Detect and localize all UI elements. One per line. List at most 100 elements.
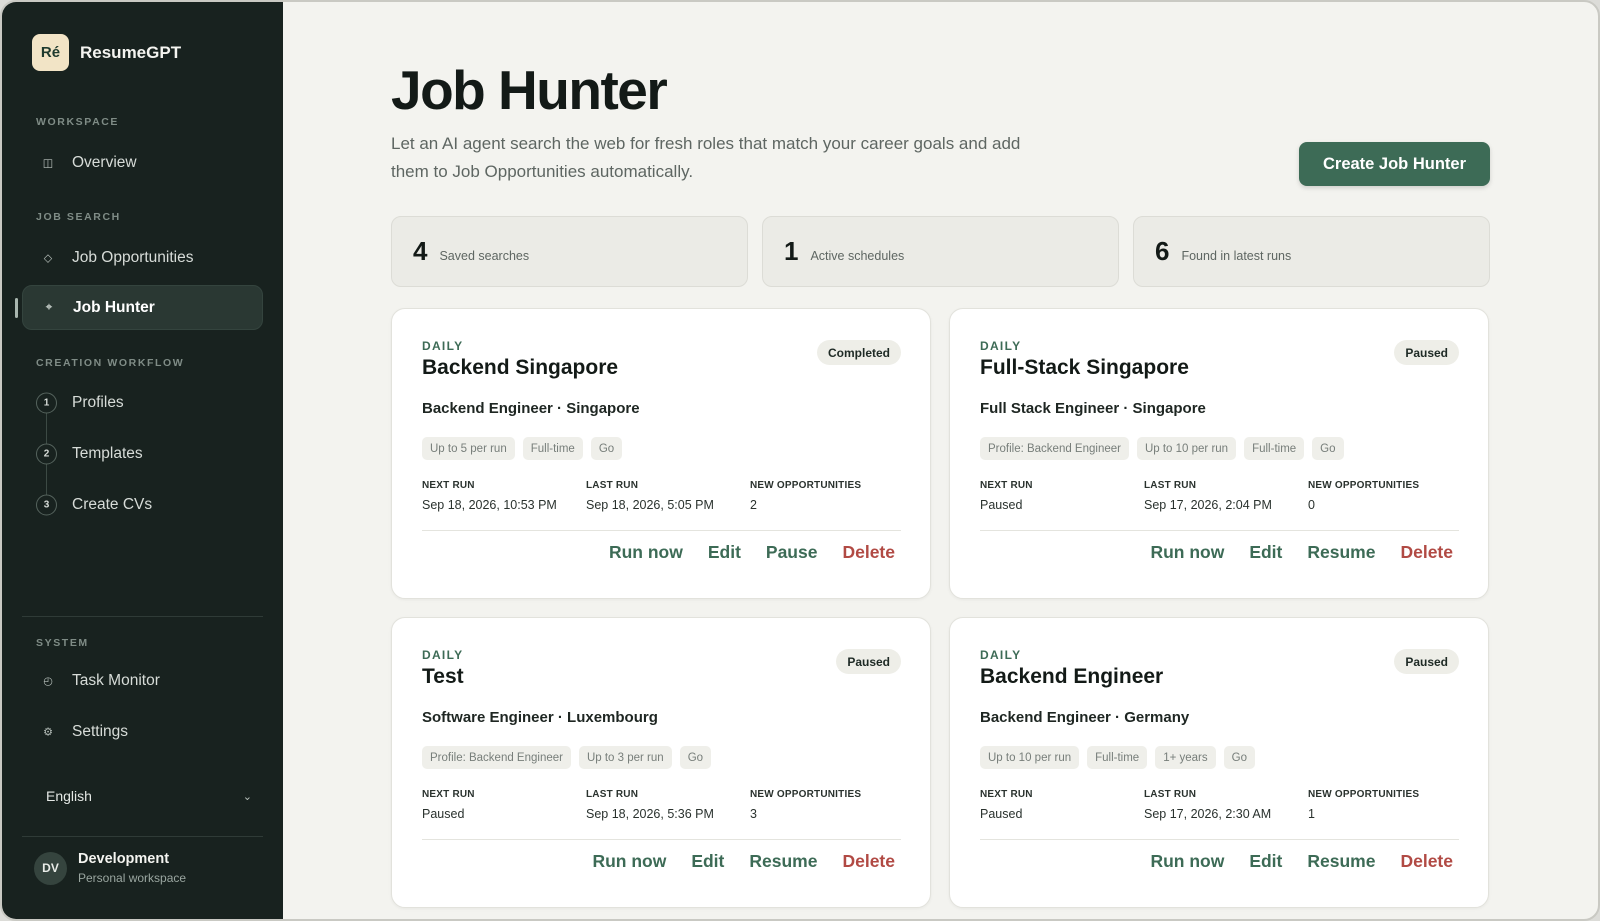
meta-label: NEXT RUN [980,480,1033,491]
card-actions: Run now Edit Resume Delete [592,851,895,872]
next-run: NEXT RUN Sep 18, 2026, 10:53 PM [422,480,557,512]
sidebar-item-create-cvs[interactable]: 3 Create CVs [22,482,263,527]
active-indicator [15,298,18,318]
last-run: LAST RUN Sep 18, 2026, 5:36 PM [586,789,714,821]
delete-button[interactable]: Delete [842,542,895,563]
meta-value: Sep 18, 2026, 5:05 PM [586,498,714,512]
next-run: NEXT RUN Paused [980,789,1033,821]
section-label-workspace: WORKSPACE [36,116,120,128]
card-title: Backend Engineer [980,665,1164,688]
new-opportunities: NEW OPPORTUNITIES 0 [1308,480,1419,512]
card-divider [980,530,1459,531]
chip: Go [1312,437,1344,460]
clock-icon: ◴ [43,675,53,687]
layout-icon: ◫ [42,157,54,169]
delete-button[interactable]: Delete [1400,851,1453,872]
chip-list: Up to 10 per run Full-time 1+ years Go [980,746,1255,769]
edit-button[interactable]: Edit [1249,542,1282,563]
sidebar-item-profiles[interactable]: 1 Profiles [22,380,263,425]
stat-value: 6 [1155,236,1170,266]
status-badge: Paused [1394,649,1459,674]
stat-label: Active schedules [810,248,905,263]
edit-button[interactable]: Edit [1249,851,1282,872]
stat-card: 1 Active schedules [762,216,1119,287]
chip: Up to 10 per run [1136,437,1237,460]
meta-value: Paused [980,498,1023,512]
card-divider [422,530,901,531]
chip: Full-time [522,437,583,460]
chip: 1+ years [1155,746,1216,769]
app-window: Ré ResumeGPT WORKSPACE ◫ Overview JOB SE… [0,0,1600,921]
sidebar-item-settings[interactable]: ⚙ Settings [22,709,263,754]
card-actions: Run now Edit Resume Delete [1150,851,1453,872]
meta-value: 2 [750,498,757,512]
card-frequency: DAILY [980,339,1022,353]
sidebar-item-templates[interactable]: 2 Templates [22,431,263,476]
sidebar-item-task-monitor[interactable]: ◴ Task Monitor [22,658,263,703]
chip: Profile: Backend Engineer [422,746,571,769]
card-actions: Run now Edit Pause Delete [609,542,895,563]
card-subtitle: Software Engineer · Luxembourg [422,709,658,726]
delete-button[interactable]: Delete [1400,542,1453,563]
sidebar-divider [22,836,263,837]
meta-label: LAST RUN [1144,789,1197,800]
run-now-button[interactable]: Run now [609,542,683,563]
meta-label: LAST RUN [586,789,639,800]
card-subtitle: Backend Engineer · Germany [980,709,1190,726]
chip: Full-time [1087,746,1148,769]
card-divider [980,839,1459,840]
card-frequency: DAILY [422,648,464,662]
step-number: 1 [36,392,57,413]
meta-value: Paused [980,807,1023,821]
sidebar-item-label: Overview [72,153,137,171]
card-actions: Run now Edit Resume Delete [1150,542,1453,563]
run-now-button[interactable]: Run now [1150,542,1224,563]
meta-value: Sep 17, 2026, 2:30 AM [1144,807,1272,821]
chip: Up to 3 per run [578,746,672,769]
user-profile[interactable]: DV Development Personal workspace [34,851,186,885]
resume-button[interactable]: Resume [1307,851,1375,872]
language-select[interactable]: English ⌄ [46,788,252,804]
crosshair-icon: ⌖ [45,301,53,313]
meta-label: NEW OPPORTUNITIES [1308,789,1420,800]
last-run: LAST RUN Sep 17, 2026, 2:30 AM [1144,789,1271,821]
section-label-job-search: JOB SEARCH [36,211,121,223]
resume-button[interactable]: Resume [1307,542,1375,563]
job-hunter-card: DAILY Backend Singapore Completed Backen… [391,308,931,599]
resume-button[interactable]: Resume [749,851,817,872]
page-title: Job Hunter [391,59,668,121]
run-now-button[interactable]: Run now [592,851,666,872]
sidebar-item-label: Templates [72,444,143,462]
avatar: DV [34,851,67,885]
sidebar-item-overview[interactable]: ◫ Overview [22,140,263,185]
brand[interactable]: Ré ResumeGPT [32,34,181,71]
card-title: Backend Singapore [422,356,619,379]
stat-card: 6 Found in latest runs [1133,216,1490,287]
edit-button[interactable]: Edit [691,851,724,872]
card-frequency: DAILY [980,648,1022,662]
card-title: Full-Stack Singapore [980,356,1189,379]
new-opportunities: NEW OPPORTUNITIES 2 [750,480,861,512]
stat-value: 4 [413,236,428,266]
create-job-hunter-button[interactable]: Create Job Hunter [1299,142,1490,186]
sidebar-item-job-opportunities[interactable]: ◇ Job Opportunities [22,235,263,280]
job-hunter-card: DAILY Test Paused Software Engineer · Lu… [391,617,931,908]
sidebar-item-job-hunter[interactable]: ⌖ Job Hunter [22,285,263,330]
chip-list: Up to 5 per run Full-time Go [422,437,623,460]
run-now-button[interactable]: Run now [1150,851,1224,872]
stat-value: 1 [784,236,799,266]
chip: Up to 5 per run [422,437,515,460]
chip: Go [590,437,623,460]
delete-button[interactable]: Delete [842,851,895,872]
meta-label: NEW OPPORTUNITIES [750,480,862,491]
brand-logo: Ré [32,34,69,71]
meta-label: NEXT RUN [422,789,475,800]
job-hunter-card: DAILY Backend Engineer Paused Backend En… [949,617,1489,908]
sidebar-item-label: Job Hunter [73,298,155,316]
meta-value: Paused [422,807,465,821]
pause-button[interactable]: Pause [766,542,818,563]
edit-button[interactable]: Edit [708,542,741,563]
gear-icon: ⚙ [43,726,53,738]
diamond-icon: ◇ [43,252,53,264]
chip: Go [679,746,712,769]
